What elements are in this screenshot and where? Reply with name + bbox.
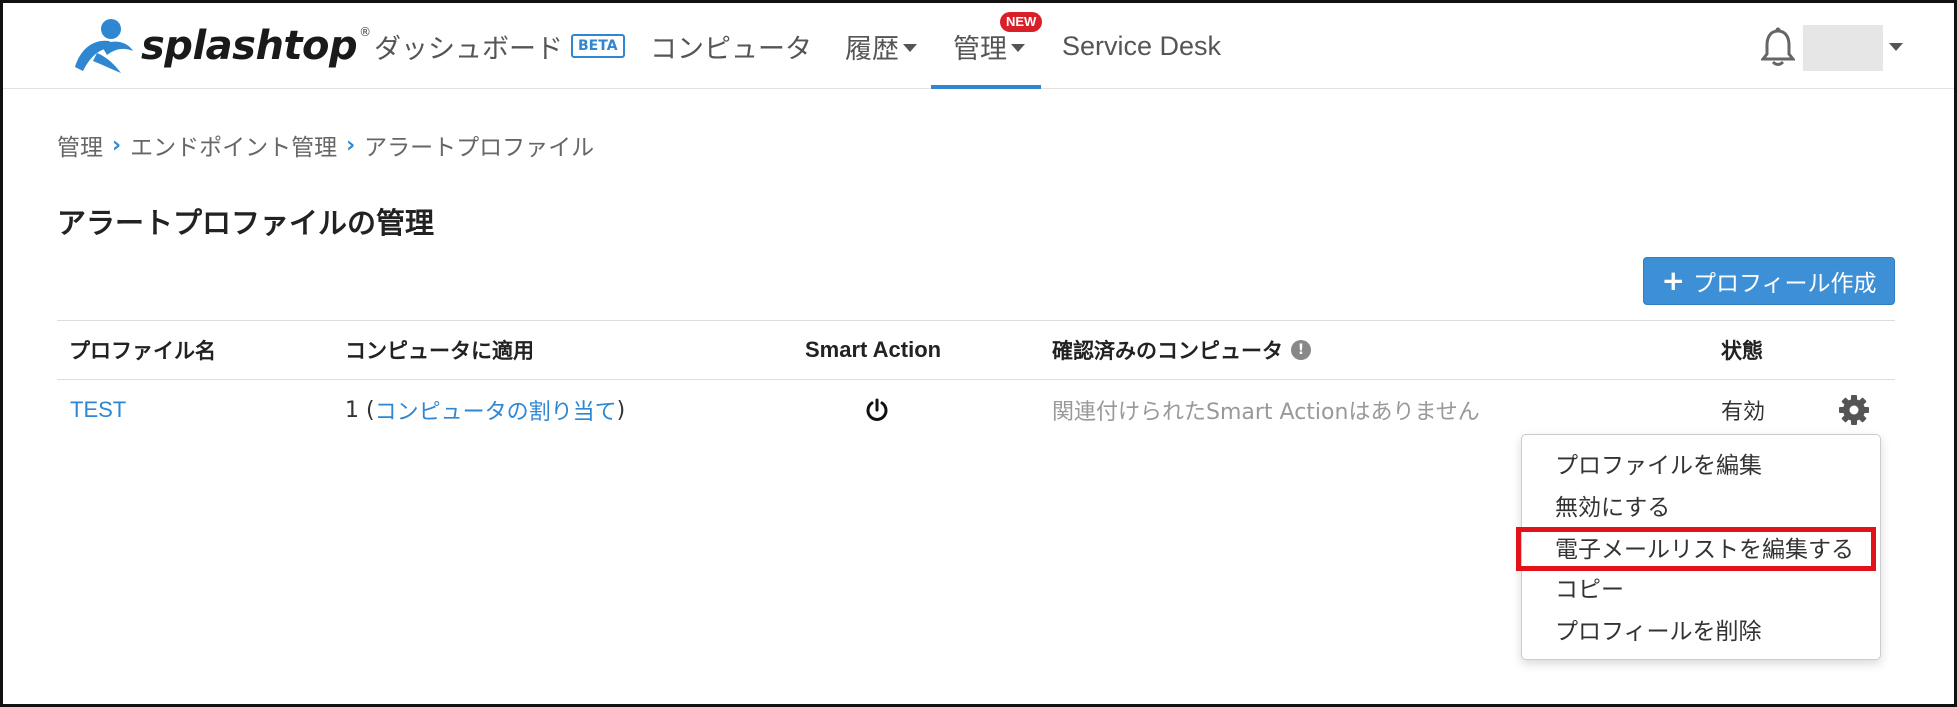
- nav-dashboard-label: ダッシュボード: [374, 33, 563, 65]
- user-avatar[interactable]: [1803, 25, 1883, 71]
- apply-close: ): [616, 397, 626, 423]
- apply-count: 1 (: [345, 397, 375, 423]
- active-tab-indicator: [931, 85, 1041, 89]
- plus-icon: +: [1661, 264, 1685, 297]
- chevron-right-icon: ›: [346, 132, 356, 158]
- header-confirmed: 確認済みのコンピュータ !: [1052, 321, 1311, 379]
- breadcrumb-alert-profile: アラートプロファイル: [364, 135, 595, 161]
- breadcrumb: 管理 › エンドポイント管理 › アラートプロファイル: [57, 127, 594, 163]
- chevron-down-icon: [1011, 44, 1025, 52]
- settings-cell: [1838, 380, 1870, 440]
- status-cell: 有効: [1721, 400, 1766, 425]
- menu-disable[interactable]: 無効にする: [1555, 488, 1670, 522]
- menu-edit-profile[interactable]: プロファイルを編集: [1555, 446, 1762, 480]
- highlight-box: [1516, 527, 1876, 571]
- assign-computers-link[interactable]: コンピュータの割り当て: [375, 394, 617, 426]
- profiles-table: プロファイル名 コンピュータに適用 Smart Action 確認済みのコンピュ…: [57, 320, 1895, 440]
- page-title: アラートプロファイルの管理: [57, 206, 435, 240]
- table-row: TEST 1 (コンピュータの割り当て) 関連付けられたSmart Action…: [57, 380, 1895, 440]
- chevron-down-icon[interactable]: [1889, 43, 1903, 51]
- confirmed-cell: 関連付けられたSmart Actionはありません: [1052, 400, 1480, 425]
- create-profile-button[interactable]: + プロフィール作成: [1643, 257, 1895, 305]
- nav-computers[interactable]: コンピュータ: [650, 3, 812, 89]
- logo-text: splashtop: [141, 23, 358, 69]
- table-header: プロファイル名 コンピュータに適用 Smart Action 確認済みのコンピュ…: [57, 320, 1895, 380]
- bell-icon[interactable]: [1761, 27, 1795, 67]
- menu-copy[interactable]: コピー: [1555, 570, 1624, 604]
- nav-computers-label: コンピュータ: [650, 33, 812, 65]
- chevron-down-icon: [903, 44, 917, 52]
- header-apply[interactable]: コンピュータに適用: [345, 321, 534, 379]
- nav-service-desk-label: Service Desk: [1062, 30, 1222, 61]
- nav-dashboard[interactable]: ダッシュボード BETA: [374, 3, 625, 89]
- splashtop-logo[interactable]: splashtop ®: [71, 17, 371, 75]
- menu-delete-profile[interactable]: プロフィールを削除: [1555, 612, 1762, 646]
- splashtop-logo-icon: [75, 19, 133, 73]
- nav-history[interactable]: 履歴: [845, 3, 917, 89]
- header-status[interactable]: 状態: [1721, 321, 1763, 379]
- new-badge: NEW: [1000, 12, 1043, 32]
- smart-action-cell: [865, 380, 889, 440]
- create-profile-label: プロフィール作成: [1692, 271, 1877, 297]
- chevron-right-icon: ›: [112, 132, 122, 158]
- info-icon[interactable]: !: [1291, 340, 1311, 360]
- logo-registered-mark: ®: [359, 25, 372, 39]
- header-smart-action[interactable]: Smart Action: [805, 321, 941, 379]
- beta-badge: BETA: [571, 34, 625, 58]
- nav-admin-label: 管理: [953, 33, 1007, 65]
- apply-cell: 1 (コンピュータの割り当て): [345, 380, 625, 440]
- header-confirmed-label[interactable]: 確認済みのコンピュータ: [1052, 335, 1283, 365]
- nav-history-label: 履歴: [845, 33, 899, 65]
- power-icon[interactable]: [865, 398, 889, 422]
- top-navbar: splashtop ® ダッシュボード BETA コンピュータ 履歴 管理 NE…: [3, 3, 1954, 89]
- header-profile-name[interactable]: プロファイル名: [69, 321, 216, 379]
- breadcrumb-admin[interactable]: 管理: [57, 128, 103, 162]
- profile-name-link[interactable]: TEST: [70, 380, 126, 440]
- gear-icon[interactable]: [1838, 394, 1870, 426]
- nav-service-desk[interactable]: Service Desk: [1062, 3, 1221, 89]
- breadcrumb-endpoint[interactable]: エンドポイント管理: [130, 128, 337, 162]
